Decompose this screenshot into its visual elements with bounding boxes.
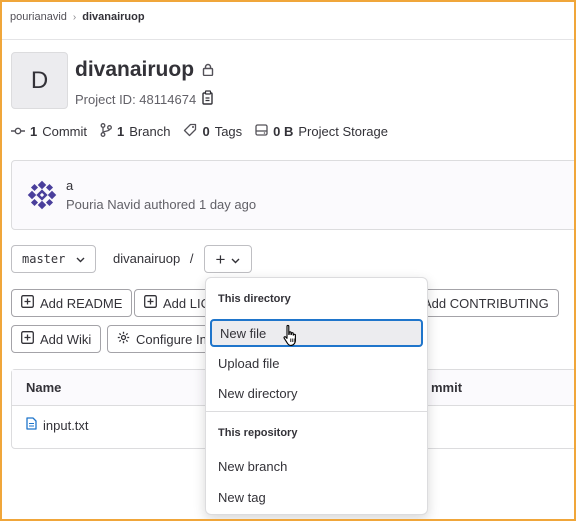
commit-title[interactable]: a (66, 178, 73, 193)
last-commit-panel: a Pouria Navid authored 1 day ago (11, 160, 574, 230)
stat-commits[interactable]: 1 Commit (11, 123, 87, 140)
menu-item-new-directory[interactable]: New directory (210, 379, 423, 407)
commit-icon (11, 124, 25, 139)
breadcrumb: pourianavid › divanairuop (10, 11, 145, 23)
add-readme-button[interactable]: Add README (11, 289, 133, 317)
menu-item-new-tag[interactable]: New tag (210, 483, 423, 511)
branch-icon (100, 123, 112, 140)
author-avatar[interactable] (27, 180, 57, 210)
project-id-label: Project ID: 48114674 (75, 91, 197, 107)
branches-count: 1 (117, 124, 125, 139)
plus-square-icon (21, 295, 34, 311)
add-license-button[interactable]: Add LIC (134, 289, 214, 317)
add-readme-label: Add README (40, 295, 123, 311)
breadcrumb-separator: › (72, 11, 77, 23)
add-wiki-label: Add Wiki (40, 331, 92, 347)
column-last-commit-header: mmit (431, 380, 463, 395)
breadcrumb-parent-link[interactable]: pourianavid (10, 11, 67, 23)
menu-item-new-branch[interactable]: New branch (210, 452, 423, 480)
commit-meta: Pouria Navid authored 1 day ago (66, 197, 257, 212)
chevron-down-icon (231, 251, 240, 267)
commits-label: Commit (42, 124, 88, 139)
tags-count: 0 (202, 124, 210, 139)
hand-pointer-cursor-icon (283, 324, 296, 347)
plus-square-icon (144, 295, 157, 311)
table-row[interactable]: input.txt (26, 417, 89, 433)
menu-divider (206, 411, 427, 412)
stat-branches[interactable]: 1 Branch (100, 123, 170, 140)
menu-item-upload-file[interactable]: Upload file (210, 349, 423, 377)
configure-integrations-button[interactable]: Configure In (107, 325, 217, 353)
header-divider (2, 39, 574, 40)
tag-icon (183, 123, 197, 140)
branch-name: master (22, 252, 66, 266)
add-to-tree-dropdown: This directory New file Upload file New … (205, 277, 428, 515)
repo-path-name[interactable]: divanairuop (113, 251, 180, 266)
project-id: Project ID: 48114674 (75, 90, 215, 108)
add-to-tree-button[interactable]: + (204, 245, 252, 273)
repo-path: divanairuop / (113, 251, 193, 266)
stat-storage[interactable]: 0 B Project Storage (255, 123, 388, 140)
storage-icon (255, 124, 268, 139)
lock-icon (202, 58, 214, 82)
plus-square-icon (21, 331, 34, 347)
chevron-down-icon (76, 252, 85, 266)
file-name-link[interactable]: input.txt (43, 418, 89, 433)
file-icon (26, 417, 37, 433)
add-contributing-label: Add CONTRIBUTING (423, 295, 549, 311)
copy-icon[interactable] (202, 90, 215, 108)
add-wiki-button[interactable]: Add Wiki (11, 325, 102, 353)
project-avatar: D (11, 52, 68, 109)
plus-icon: + (215, 249, 226, 269)
breadcrumb-current[interactable]: divanairuop (82, 11, 144, 23)
project-name: divanairuop (75, 58, 195, 81)
menu-item-new-file[interactable]: New file (210, 319, 423, 347)
stat-tags[interactable]: 0 Tags (183, 123, 242, 140)
page-title: divanairuop (75, 58, 214, 82)
branches-label: Branch (129, 124, 171, 139)
repo-path-separator: / (189, 251, 194, 266)
section-header-directory: This directory (218, 293, 291, 305)
column-name-header: Name (26, 380, 62, 395)
storage-label: Project Storage (298, 124, 388, 139)
app-window: pourianavid › divanairuop D divanairuop … (0, 0, 576, 521)
project-stats: 1 Commit 1 Branch 0 Tags 0 B Project Sto… (11, 123, 388, 140)
project-avatar-letter: D (30, 66, 49, 94)
tags-label: Tags (214, 124, 243, 139)
section-header-repository: This repository (218, 427, 298, 439)
configure-integrations-label: Configure In (136, 331, 207, 347)
commits-count: 1 (30, 124, 38, 139)
storage-size: 0 B (273, 124, 294, 139)
add-license-label: Add LIC (163, 295, 210, 311)
gear-icon (117, 331, 130, 347)
add-contributing-button[interactable]: Add CONTRIBUTING (414, 289, 559, 317)
branch-selector[interactable]: master (11, 245, 96, 273)
